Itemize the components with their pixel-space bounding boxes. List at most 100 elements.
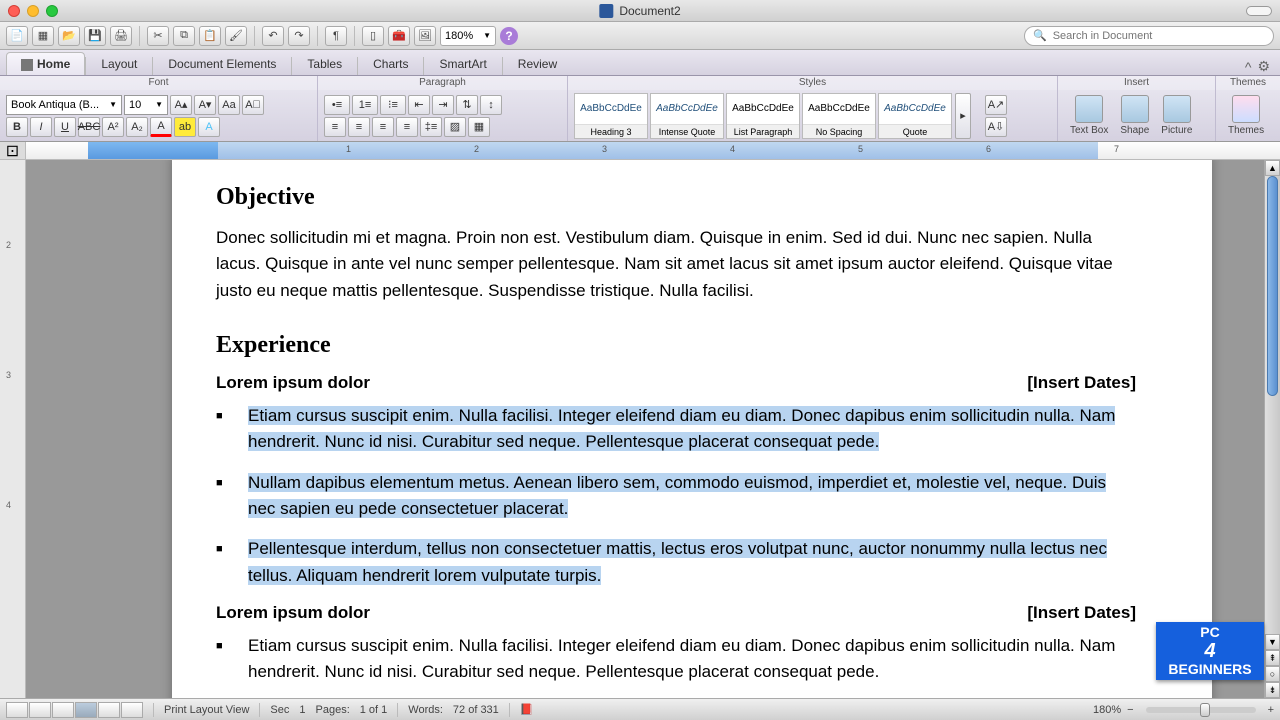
scroll-up-button[interactable]: ▲ (1265, 160, 1280, 176)
close-window-button[interactable] (8, 5, 20, 17)
shading-button[interactable]: ▨ (444, 117, 466, 137)
save-button[interactable]: 💾 (84, 26, 106, 46)
align-left-button[interactable]: ≡ (324, 117, 346, 137)
align-center-button[interactable]: ≡ (348, 117, 370, 137)
search-field[interactable]: 🔍 (1024, 26, 1274, 46)
undo-button[interactable]: ↶ (262, 26, 284, 46)
change-case-button[interactable]: Aa (218, 95, 240, 115)
templates-button[interactable]: ▦ (32, 26, 54, 46)
vertical-ruler[interactable]: 2 3 4 (0, 160, 26, 698)
bold-button[interactable]: B (6, 117, 28, 137)
document-scroll-area[interactable]: Objective Donec sollicitudin mi et magna… (26, 160, 1264, 698)
decrease-indent-button[interactable]: ⇤ (408, 95, 430, 115)
tab-smartart[interactable]: SmartArt (424, 52, 501, 75)
search-input[interactable] (1053, 30, 1265, 42)
style-no-spacing[interactable]: AaBbCcDdEeNo Spacing (802, 93, 876, 139)
prev-page-button[interactable]: ⇞ (1265, 650, 1280, 666)
insert-textbox-button[interactable]: Text Box (1064, 95, 1114, 136)
insert-shape-button[interactable]: Shape (1114, 95, 1155, 136)
open-button[interactable]: 📂 (58, 26, 80, 46)
publishing-view-button[interactable] (52, 702, 74, 718)
zoom-in-button[interactable]: + (1268, 704, 1274, 716)
scroll-thumb[interactable] (1267, 176, 1278, 396)
tab-layout[interactable]: Layout (86, 52, 152, 75)
numbering-button[interactable]: 1≡ (352, 95, 378, 115)
show-formatting-button[interactable]: ¶ (325, 26, 347, 46)
toolbox-button[interactable]: 🧰 (388, 26, 410, 46)
zoom-window-button[interactable] (46, 5, 58, 17)
new-doc-button[interactable]: 📄 (6, 26, 28, 46)
sidebar-button[interactable]: ▯ (362, 26, 384, 46)
window-titlebar: Document2 (0, 0, 1280, 22)
spellcheck-icon[interactable]: 📕 (520, 703, 534, 716)
next-page-button[interactable]: ⇟ (1265, 682, 1280, 698)
styles-more-button[interactable]: ▸ (955, 93, 971, 139)
scroll-down-button[interactable]: ▼ (1265, 634, 1280, 650)
draft-view-button[interactable] (6, 702, 28, 718)
font-color-button[interactable]: A (150, 117, 172, 137)
zoom-slider-thumb[interactable] (1200, 703, 1210, 717)
style-intense-quote[interactable]: AaBbCcDdEeIntense Quote (650, 93, 724, 139)
format-painter-button[interactable]: 🖌 (225, 26, 247, 46)
copy-button[interactable]: ⧉ (173, 26, 195, 46)
underline-button[interactable]: U (54, 117, 76, 137)
outline-view-button[interactable] (29, 702, 51, 718)
grow-font-button[interactable]: A▴ (170, 95, 192, 115)
zoom-value[interactable]: 180% (1093, 704, 1121, 716)
italic-button[interactable]: I (30, 117, 52, 137)
help-button[interactable]: ? (500, 27, 518, 45)
insert-picture-button[interactable]: Picture (1155, 95, 1198, 136)
bullets-button[interactable]: •≡ (324, 95, 350, 115)
strikethrough-button[interactable]: ABC (78, 117, 100, 137)
print-layout-view-button[interactable] (75, 702, 97, 718)
justify-button[interactable]: ≡ (396, 117, 418, 137)
tab-review[interactable]: Review (503, 52, 572, 75)
style-quote[interactable]: AaBbCcDdEeQuote (878, 93, 952, 139)
media-browser-button[interactable]: 🖼 (414, 26, 436, 46)
shrink-font-button[interactable]: A▾ (194, 95, 216, 115)
line-spacing-button[interactable]: ‡≡ (420, 117, 442, 137)
toolbar-toggle-button[interactable] (1246, 6, 1272, 16)
align-right-button[interactable]: ≡ (372, 117, 394, 137)
minimize-window-button[interactable] (27, 5, 39, 17)
ribbon-settings-button[interactable]: ⚙ (1257, 58, 1270, 75)
tab-home[interactable]: Home (6, 52, 85, 75)
style-list-paragraph[interactable]: AaBbCcDdEeList Paragraph (726, 93, 800, 139)
document-page[interactable]: Objective Donec sollicitudin mi et magna… (172, 160, 1212, 698)
zoom-out-button[interactable]: − (1127, 704, 1133, 716)
tab-charts[interactable]: Charts (358, 52, 423, 75)
themes-button[interactable]: Themes (1222, 95, 1270, 136)
text-effects-button[interactable]: A (198, 117, 220, 137)
text-direction-button[interactable]: ⇅ (456, 95, 478, 115)
clear-formatting-button[interactable]: A⃠ (242, 95, 264, 115)
multilevel-list-button[interactable]: ⁝≡ (380, 95, 406, 115)
change-styles-button[interactable]: A⇩ (985, 117, 1007, 137)
scroll-track[interactable] (1265, 176, 1280, 634)
collapse-ribbon-button[interactable]: ^ (1245, 59, 1252, 75)
fullscreen-view-button[interactable] (121, 702, 143, 718)
superscript-button[interactable]: A² (102, 117, 124, 137)
horizontal-ruler[interactable]: 1 2 3 4 5 6 7 (26, 142, 1280, 159)
style-heading-3[interactable]: AaBbCcDdEeHeading 3 (574, 93, 648, 139)
font-size-dropdown[interactable]: 10▼ (124, 95, 168, 115)
borders-button[interactable]: ▦ (468, 117, 490, 137)
zoom-slider[interactable] (1146, 707, 1256, 713)
vertical-scrollbar[interactable]: ▲ ▼ ⇞ ○ ⇟ (1264, 160, 1280, 698)
styles-pane-button[interactable]: A↗ (985, 95, 1007, 115)
redo-button[interactable]: ↷ (288, 26, 310, 46)
paste-button[interactable]: 📋 (199, 26, 221, 46)
zoom-dropdown[interactable]: 180%▼ (440, 26, 496, 46)
sort-button[interactable]: ↕ (480, 95, 502, 115)
tab-document-elements[interactable]: Document Elements (153, 52, 291, 75)
ruler-corner[interactable]: ⊡ (0, 142, 26, 159)
highlight-button[interactable]: ab (174, 117, 196, 137)
print-button[interactable]: 🖨 (110, 26, 132, 46)
subscript-button[interactable]: A₂ (126, 117, 148, 137)
increase-indent-button[interactable]: ⇥ (432, 95, 454, 115)
cut-button[interactable]: ✂ (147, 26, 169, 46)
font-name-dropdown[interactable]: Book Antiqua (B...▼ (6, 95, 122, 115)
notebook-view-button[interactable] (98, 702, 120, 718)
tab-tables[interactable]: Tables (292, 52, 357, 75)
browse-object-button[interactable]: ○ (1265, 666, 1280, 682)
font-group: Font Book Antiqua (B...▼ 10▼ A▴ A▾ Aa A⃠… (0, 76, 318, 141)
